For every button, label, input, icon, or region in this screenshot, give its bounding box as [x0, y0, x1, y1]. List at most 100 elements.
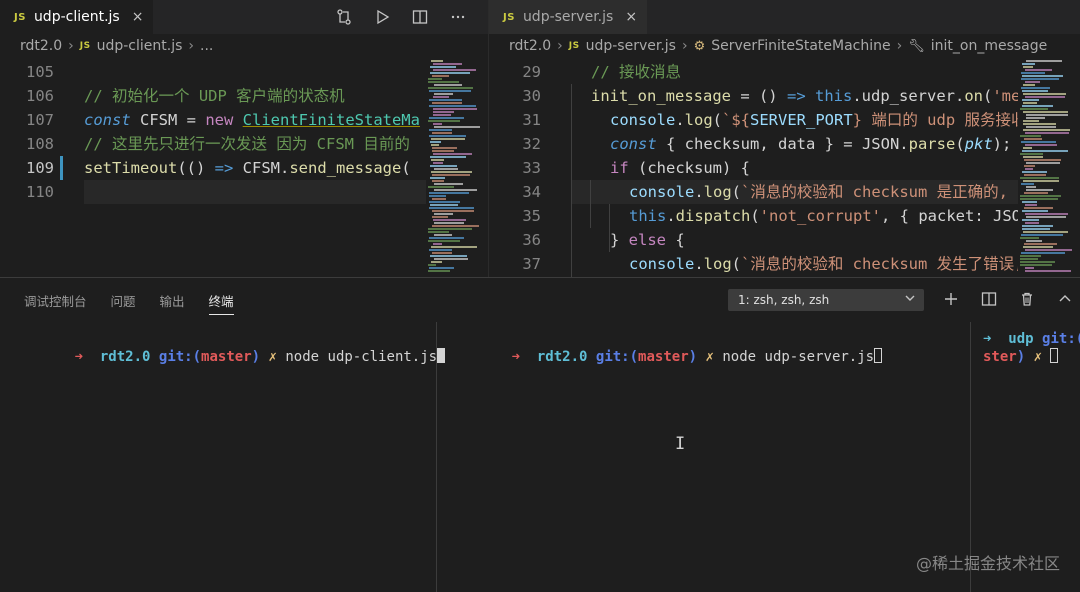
tab-problems[interactable]: 问题 — [111, 291, 136, 310]
code-editor[interactable]: 29 // 接收消息 30 init_on_message = () => this.… — [489, 60, 1080, 277]
minimap-line — [1023, 93, 1066, 95]
breadcrumb-file[interactable]: udp-client.js — [97, 38, 183, 54]
prompt-dirty-mark: ✗ — [1033, 349, 1043, 365]
code-token: (checksum) { — [628, 159, 750, 177]
breadcrumb-more[interactable]: ... — [200, 38, 213, 54]
code-line[interactable]: 35 this.dispatch('not_corrupt', { packet:… — [489, 204, 1080, 228]
tab-output[interactable]: 输出 — [160, 291, 185, 310]
minimap-line — [1026, 189, 1053, 191]
right-editor-pane: JS udp-server.js × rdt2.0 › JS udp-serve… — [488, 0, 1080, 277]
tab-udp-server[interactable]: JS udp-server.js × — [489, 0, 648, 34]
trash-icon[interactable] — [1016, 288, 1038, 310]
minimap-line — [1023, 129, 1070, 131]
code-token: log — [703, 183, 732, 201]
code-line[interactable]: 29 // 接收消息 — [489, 60, 1080, 84]
code-line[interactable]: 105 — [0, 60, 488, 84]
code-token: = — [186, 111, 206, 129]
breadcrumb-class[interactable]: ServerFiniteStateMachine — [711, 38, 890, 54]
breadcrumb-file[interactable]: udp-server.js — [586, 38, 676, 54]
minimap-line — [1024, 207, 1053, 209]
code-line[interactable]: 108 // 这里先只进行一次发送 因为 CFSM 目前的 — [0, 132, 488, 156]
code-token: ( — [750, 207, 760, 225]
minimap-line — [432, 180, 444, 182]
code-editor[interactable]: 105 106 // 初始化一个 UDP 客户端的状态机 107 const CFSM … — [0, 60, 488, 277]
minimap-line — [428, 264, 436, 266]
minimap-line — [433, 153, 472, 155]
minimap[interactable] — [1018, 58, 1080, 277]
minimap-line — [429, 249, 452, 251]
minimap-line — [1026, 60, 1062, 62]
indent-guide — [571, 84, 572, 277]
terminal-2[interactable]: ➜ rdt2.0 git:(master) ✗ node udp-server.… — [436, 322, 970, 592]
terminal-select[interactable]: 1: zsh, zsh, zsh — [728, 289, 924, 311]
compare-changes-icon[interactable] — [334, 7, 354, 27]
code-line[interactable]: 33 if (checksum) { — [489, 156, 1080, 180]
code-line[interactable]: 37 console.log(`消息的校验和 checksum 发生了错误, 将 — [489, 252, 1080, 276]
minimap-line — [1020, 264, 1052, 266]
minimap-line — [1026, 162, 1060, 164]
minimap-line — [1021, 72, 1045, 74]
minimap-line — [434, 126, 480, 128]
more-actions-icon[interactable] — [448, 7, 468, 27]
minimap-line — [1023, 231, 1068, 233]
code-line[interactable]: 110 — [0, 180, 488, 204]
minimap[interactable] — [426, 58, 488, 277]
minimap-line — [1023, 246, 1053, 248]
code-line[interactable]: 32 const { checksum, data } = JSON.parse(… — [489, 132, 1080, 156]
minimap-line — [432, 75, 449, 77]
minimap-line — [429, 192, 469, 194]
minimap-line — [428, 240, 460, 242]
code-line[interactable]: 30 init_on_message = () => this.udp_serve… — [489, 84, 1080, 108]
terminal-prompt: ➜ rdt2.0 git:(master) ✗ node udp-client.… — [24, 330, 446, 384]
breadcrumb-folder[interactable]: rdt2.0 — [20, 38, 62, 54]
minimap-line — [1026, 114, 1068, 116]
prompt-branch: ster — [983, 349, 1017, 365]
code-line[interactable]: 107 const CFSM = new ClientFiniteStateMa — [0, 108, 488, 132]
minimap-line — [432, 174, 470, 176]
prompt-dir: rdt2.0 — [99, 349, 151, 365]
tab-terminal[interactable]: 终端 — [208, 291, 234, 315]
new-terminal-icon[interactable] — [940, 288, 962, 310]
chevron-up-icon[interactable] — [1054, 288, 1076, 310]
prompt-arrow: ➜ — [74, 349, 84, 365]
tab-label: udp-server.js — [522, 9, 614, 25]
js-file-icon: JS — [568, 41, 580, 51]
minimap-line — [1023, 156, 1043, 158]
minimap-line — [430, 141, 441, 143]
run-icon[interactable] — [372, 7, 392, 27]
code-token: `消息的校验和 checksum 是正确的, 将这 — [741, 183, 1049, 201]
minimap-line — [1023, 84, 1035, 86]
tab-debug-console[interactable]: 调试控制台 — [24, 291, 87, 310]
code-line[interactable]: 36} else { — [489, 228, 1080, 252]
terminal-command: node udp-server.js — [722, 349, 875, 365]
breadcrumb-method[interactable]: init_on_message — [931, 38, 1048, 54]
code-line[interactable]: 109 setTimeout(() => CFSM.send_message( — [0, 156, 488, 180]
minimap-line — [428, 231, 449, 233]
code-line[interactable]: 31 console.log(`${SERVER_PORT} 端口的 udp 服务… — [489, 108, 1080, 132]
breadcrumb-folder[interactable]: rdt2.0 — [509, 38, 551, 54]
minimap-line — [433, 162, 443, 164]
tab-udp-client[interactable]: JS udp-client.js × — [0, 0, 154, 34]
minimap-line — [1022, 90, 1048, 92]
minimap-line — [432, 252, 452, 254]
minimap-line — [1020, 237, 1039, 239]
mouse-ibeam-cursor: I — [675, 434, 686, 454]
minimap-line — [434, 222, 464, 224]
code-line[interactable]: 106 // 初始化一个 UDP 客户端的状态机 — [0, 84, 488, 108]
terminal-1[interactable]: ➜ rdt2.0 git:(master) ✗ node udp-client.… — [0, 322, 446, 592]
minimap-line — [428, 228, 472, 230]
minimap-line — [433, 108, 477, 110]
split-terminal-icon[interactable] — [978, 288, 1000, 310]
code-token: => — [786, 87, 806, 105]
minimap-line — [428, 87, 473, 89]
minimap-line — [1021, 87, 1050, 89]
minimap-line — [428, 186, 454, 188]
split-editor-icon[interactable] — [410, 7, 430, 27]
code-line[interactable]: 34 console.log(`消息的校验和 checksum 是正确的, 将这 — [489, 180, 1080, 204]
code-text: } else { — [610, 228, 685, 252]
js-file-icon: JS — [503, 11, 515, 23]
close-icon[interactable]: × — [625, 9, 637, 25]
code-token: (() — [177, 159, 215, 177]
close-icon[interactable]: × — [132, 9, 144, 25]
minimap-line — [434, 93, 453, 95]
